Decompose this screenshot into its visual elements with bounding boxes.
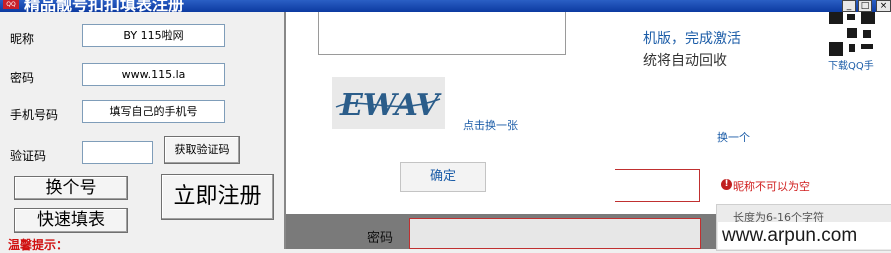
code-field[interactable] [82,141,153,164]
phone-label: 手机号码 [10,108,59,122]
change-number-button[interactable]: 换个号 [14,176,128,200]
change-one-link[interactable]: 换一个 [717,129,750,145]
nickname-field[interactable]: BY 115啦网 [82,24,225,47]
code-label: 验证码 [10,149,47,163]
close-button[interactable]: × [876,0,891,12]
register-button[interactable]: 立即注册 [161,174,274,220]
confirm-button[interactable]: 确定 [400,162,486,192]
minimize-button[interactable]: _ [842,0,856,12]
error-icon: ! [721,179,732,190]
recycle-text: 统将自动回收 [643,53,727,69]
window-title: 精品靓号扣扣填表注册 [24,0,185,12]
app-icon: QQ [3,0,19,9]
tool-window: 昵称 BY 115啦网 密码 www.115.la 手机号码 填写自己的手机号 … [0,12,286,249]
title-bar: QQ 精品靓号扣扣填表注册 _ □ × [0,0,891,12]
captcha-image: EWAV [332,77,445,129]
web-nickname-input[interactable] [600,169,700,202]
password-field[interactable]: www.115.la [82,63,225,86]
maximize-button[interactable]: □ [858,0,872,12]
web-password-label: 密码 [367,231,394,246]
watermark: www.arpun.com [718,222,891,249]
get-code-button[interactable]: 获取验证码 [164,136,240,164]
captcha-text: EWAV [339,88,442,123]
refresh-captcha-link[interactable]: 点击换一张 [463,117,518,133]
quick-fill-button[interactable]: 快速填表 [14,208,128,233]
tip-label: 温馨提示： [8,238,69,252]
web-password-input[interactable] [409,218,701,249]
password-label: 密码 [10,71,35,85]
nickname-label: 昵称 [10,32,35,46]
download-link[interactable]: 下载QQ手 [828,57,874,72]
phone-field[interactable]: 填写自己的手机号 [82,100,225,123]
activation-text: 机版，完成激活 [643,31,741,47]
qr-code-icon [829,10,875,56]
nickname-error-text: 昵称不可以为空 [733,180,810,193]
